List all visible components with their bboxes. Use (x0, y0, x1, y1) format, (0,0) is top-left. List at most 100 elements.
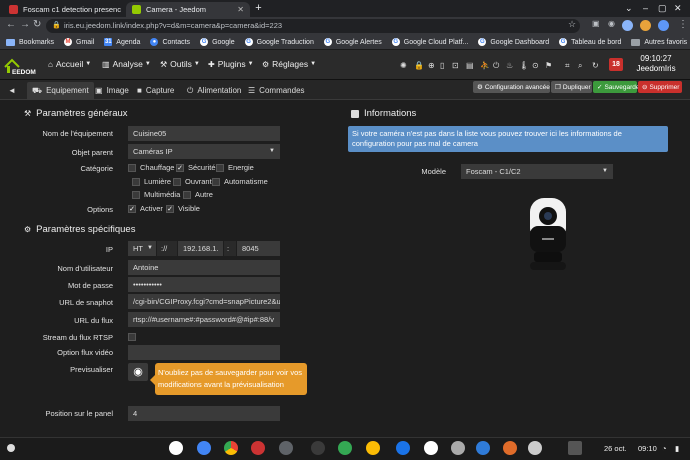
bookmark-item[interactable]: G Google (200, 38, 235, 46)
app-icon[interactable] (528, 441, 542, 455)
refresh-icon[interactable]: ↻ (592, 61, 599, 70)
minimize-icon[interactable]: – (643, 3, 648, 13)
keep-app-icon[interactable] (476, 441, 490, 455)
address-bar[interactable]: 🔒 iris.eu.jeedom.link/index.php?v=d&m=ca… (46, 19, 580, 33)
terminal-app-icon[interactable] (311, 441, 325, 455)
motion-icon[interactable]: ⛹ (480, 61, 490, 70)
menu-reglages[interactable]: ⚙ Réglages ▼ (262, 59, 316, 69)
checkbox[interactable] (212, 177, 220, 186)
advanced-config-button[interactable]: ⚙ Configuration avancée (473, 81, 550, 93)
bookmark-item[interactable]: M Gmail (64, 38, 94, 46)
bookmark-star-icon[interactable]: ☆ (568, 19, 576, 30)
parent-select[interactable]: Caméras IP ▼ (128, 144, 280, 159)
fire-icon[interactable]: ♨ (506, 61, 513, 70)
menu-outils[interactable]: ⚒ Outils ▼ (160, 59, 200, 69)
other-bookmarks[interactable]: Autres favoris (631, 38, 687, 46)
bookmark-item[interactable]: G Google Traduction (244, 38, 314, 46)
info-circle-icon[interactable]: ⊙ (532, 61, 539, 70)
new-tab-icon[interactable]: + (252, 2, 265, 15)
wifi-icon[interactable]: ◔ (662, 444, 667, 453)
checkbox[interactable] (132, 190, 140, 199)
notification-badge[interactable]: 18 (609, 58, 623, 71)
password-input[interactable]: ••••••••••• (128, 277, 280, 292)
name-input[interactable]: Cuisine05 (128, 126, 280, 141)
position-input[interactable]: 4 (128, 406, 280, 421)
youtube-app-icon[interactable] (251, 441, 265, 455)
tab-search-icon[interactable]: ⌄ (625, 3, 633, 14)
flux-url-input[interactable]: rtsp://#username#:#password#@#ip#:88/v (128, 312, 280, 327)
profile-avatar[interactable] (622, 20, 633, 31)
maximize-icon[interactable]: ▢ (658, 3, 667, 14)
bookmark-item[interactable]: G Tableau de bord (559, 38, 621, 46)
power-icon[interactable]: ⏻ (493, 61, 499, 71)
category-chauffage[interactable]: Chauffage (128, 163, 174, 172)
extension-icon[interactable]: ▣ (592, 19, 600, 28)
checkbox[interactable] (128, 163, 136, 172)
browser-tab-foscam[interactable]: Foscam c1 detection presence ✕ (3, 2, 121, 17)
protocol-select[interactable]: HT ▼ (128, 241, 156, 256)
option-visible[interactable]: ✓ Visible (166, 204, 200, 213)
jeedom-logo[interactable]: EEDOM (3, 55, 43, 77)
extension-icon[interactable] (640, 20, 651, 31)
app-icon[interactable] (451, 441, 465, 455)
back-arrow-icon[interactable]: ◄ (3, 82, 21, 99)
checkbox-checked[interactable]: ✓ (128, 204, 136, 213)
bookmark-item[interactable]: G Google Dashboard (478, 38, 549, 46)
taskbar-date[interactable]: 26 oct. (604, 444, 627, 453)
menu-analyse[interactable]: ▥ Analyse ▼ (102, 59, 151, 69)
video-option-input[interactable] (128, 345, 280, 360)
bookmark-item[interactable]: G Google Alertes (323, 38, 382, 46)
bookmark-item[interactable]: 31 Agenda (104, 38, 140, 46)
back-icon[interactable]: ← (6, 19, 16, 30)
tab-alimentation[interactable]: ⏻ Alimentation (182, 82, 246, 99)
category-automatisme[interactable]: Automatisme (212, 177, 268, 186)
search-icon[interactable]: ⌕ (578, 61, 582, 71)
checkbox[interactable] (173, 177, 181, 186)
shutter-icon[interactable]: ▤ (466, 61, 474, 70)
kebab-menu-icon[interactable]: ⋮ (678, 19, 688, 30)
ip-input[interactable]: 192.168.1. (178, 241, 223, 256)
port-input[interactable]: 8045 (237, 241, 280, 256)
bookmark-item[interactable]: ● Contacts (150, 38, 190, 46)
tab-capture[interactable]: ■ Capture (132, 82, 179, 99)
checkbox[interactable] (132, 177, 140, 186)
door-icon[interactable]: ▯ (440, 61, 444, 70)
camera-icon[interactable]: ⌗ (565, 61, 570, 71)
store-app-icon[interactable] (396, 441, 410, 455)
checkbox-checked[interactable]: ✓ (176, 163, 184, 172)
category-lumiere[interactable]: Lumière (132, 177, 171, 186)
eye-icon[interactable]: ◉ (128, 363, 148, 381)
category-ouvrant[interactable]: Ouvrant (173, 177, 212, 186)
checkbox[interactable] (216, 163, 224, 172)
tab-commandes[interactable]: ☰ Commandes (243, 82, 310, 99)
menu-accueil[interactable]: ⌂ Accueil ▼ (48, 59, 91, 69)
forward-icon[interactable]: → (20, 19, 30, 30)
extension-icon[interactable]: ◉ (608, 19, 615, 28)
delete-button[interactable]: ⊖ Supprimer (638, 81, 682, 93)
docs-app-icon[interactable] (197, 441, 211, 455)
chrome-app-icon[interactable] (224, 441, 238, 455)
plug-icon[interactable]: ⊕ (428, 61, 435, 70)
menu-plugins[interactable]: ✚ Plugins ▼ (208, 59, 254, 69)
save-button[interactable]: ✓ Sauvegarder (593, 81, 642, 93)
thermometer-icon[interactable]: 🌡 (519, 61, 529, 70)
meet-app-icon[interactable] (424, 441, 438, 455)
bookmark-item[interactable]: G Google Cloud Platf... (391, 38, 468, 46)
sheets-app-icon[interactable] (338, 441, 352, 455)
checkbox-checked[interactable]: ✓ (166, 204, 174, 213)
snapshot-url-input[interactable]: /cgi-bin/CGIProxy.fcgi?cmd=snapPicture2&… (128, 294, 280, 309)
drive-app-icon[interactable] (366, 441, 380, 455)
user-input[interactable]: Antoine (128, 260, 280, 275)
close-window-icon[interactable]: ✕ (674, 3, 682, 14)
flag-icon[interactable]: ⚑ (545, 61, 552, 70)
bookmark-item[interactable]: Bookmarks (6, 38, 54, 46)
browser-tab-camera[interactable]: Camera - Jeedom ✕ (126, 2, 250, 17)
account-avatar[interactable] (658, 20, 669, 31)
reload-icon[interactable]: ↻ (33, 19, 41, 30)
tab-image[interactable]: ▣ Image (90, 82, 134, 99)
option-activer[interactable]: ✓ Activer (128, 204, 163, 213)
gmail-app-icon[interactable] (169, 441, 183, 455)
app-icon[interactable] (503, 441, 517, 455)
battery-icon[interactable]: ▮ (675, 444, 679, 453)
checkbox[interactable] (183, 190, 191, 199)
